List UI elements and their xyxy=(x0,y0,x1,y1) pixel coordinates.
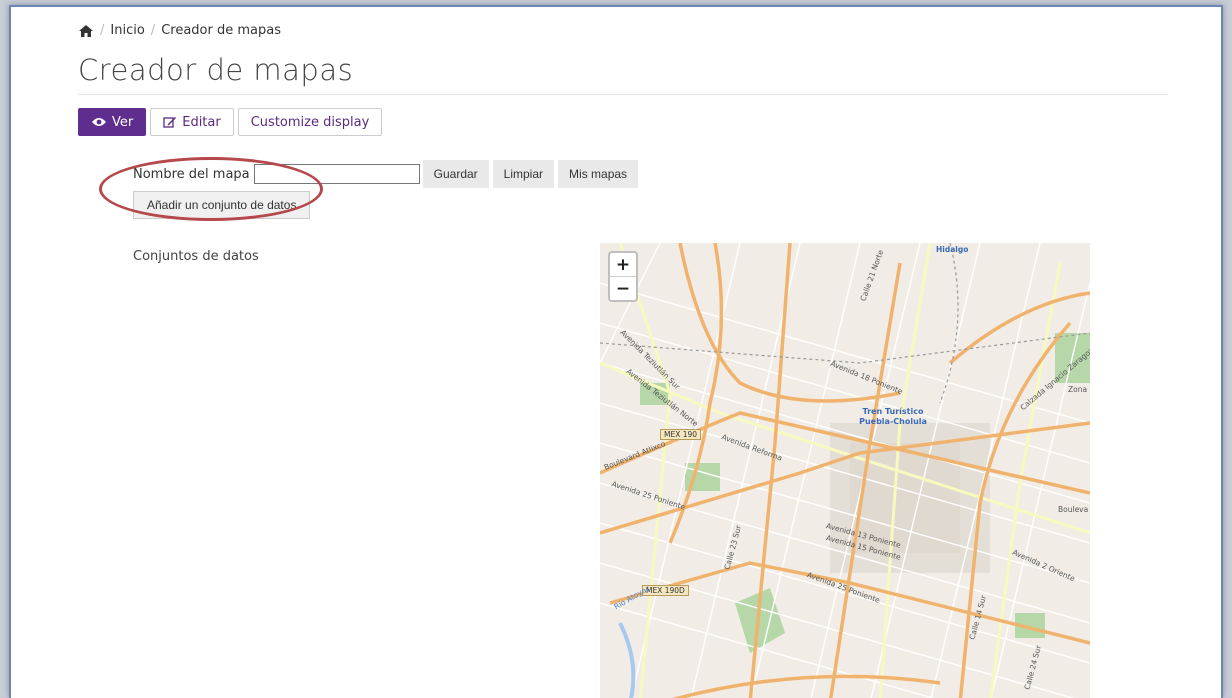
breadcrumb: / Inicio / Creador de mapas xyxy=(78,23,281,38)
tab-customize-label: Customize display xyxy=(250,114,370,130)
tab-editar[interactable]: Editar xyxy=(150,108,234,136)
map-view[interactable]: + − Hidalgo Tren Turístico Puebla-Cholul… xyxy=(600,243,1090,698)
edit-icon xyxy=(163,116,177,128)
page-title: Creador de mapas xyxy=(78,53,354,87)
zoom-control: + − xyxy=(608,251,638,302)
divider xyxy=(78,94,1168,95)
zoom-in-button[interactable]: + xyxy=(610,253,636,277)
home-icon[interactable] xyxy=(78,24,94,38)
map-name-label: Nombre del mapa xyxy=(133,166,250,182)
breadcrumb-separator: / xyxy=(150,23,156,38)
map-tiles xyxy=(600,243,1090,698)
map-shield: MEX 190 xyxy=(660,429,702,440)
zoom-out-button[interactable]: − xyxy=(610,277,636,300)
map-name-form: Nombre del mapa Guardar Limpiar Mis mapa… xyxy=(133,160,639,188)
map-label: Zona de los xyxy=(1068,385,1090,394)
breadcrumb-home-link[interactable]: Inicio xyxy=(110,23,144,38)
eye-icon xyxy=(92,118,106,126)
map-label: Tren Turístico Puebla-Cholula xyxy=(859,407,927,426)
tab-editar-label: Editar xyxy=(182,114,221,130)
browser-content-frame: / Inicio / Creador de mapas Creador de m… xyxy=(9,5,1223,698)
tab-ver[interactable]: Ver xyxy=(78,108,147,136)
map-name-input[interactable] xyxy=(253,164,420,184)
map-label: Hidalgo xyxy=(936,245,969,254)
tab-ver-label: Ver xyxy=(112,114,134,130)
tab-customize-display[interactable]: Customize display xyxy=(237,108,383,136)
save-button[interactable]: Guardar xyxy=(422,160,489,188)
tab-bar: Ver Editar Customize display xyxy=(78,108,383,136)
breadcrumb-separator: / xyxy=(100,23,105,38)
clear-button[interactable]: Limpiar xyxy=(492,160,555,188)
add-dataset-button[interactable]: Añadir un conjunto de datos xyxy=(133,191,311,219)
breadcrumb-current: Creador de mapas xyxy=(161,23,281,38)
my-maps-button[interactable]: Mis mapas xyxy=(558,160,639,188)
datasets-label: Conjuntos de datos xyxy=(133,249,259,264)
map-label: Bouleva xyxy=(1058,505,1089,514)
